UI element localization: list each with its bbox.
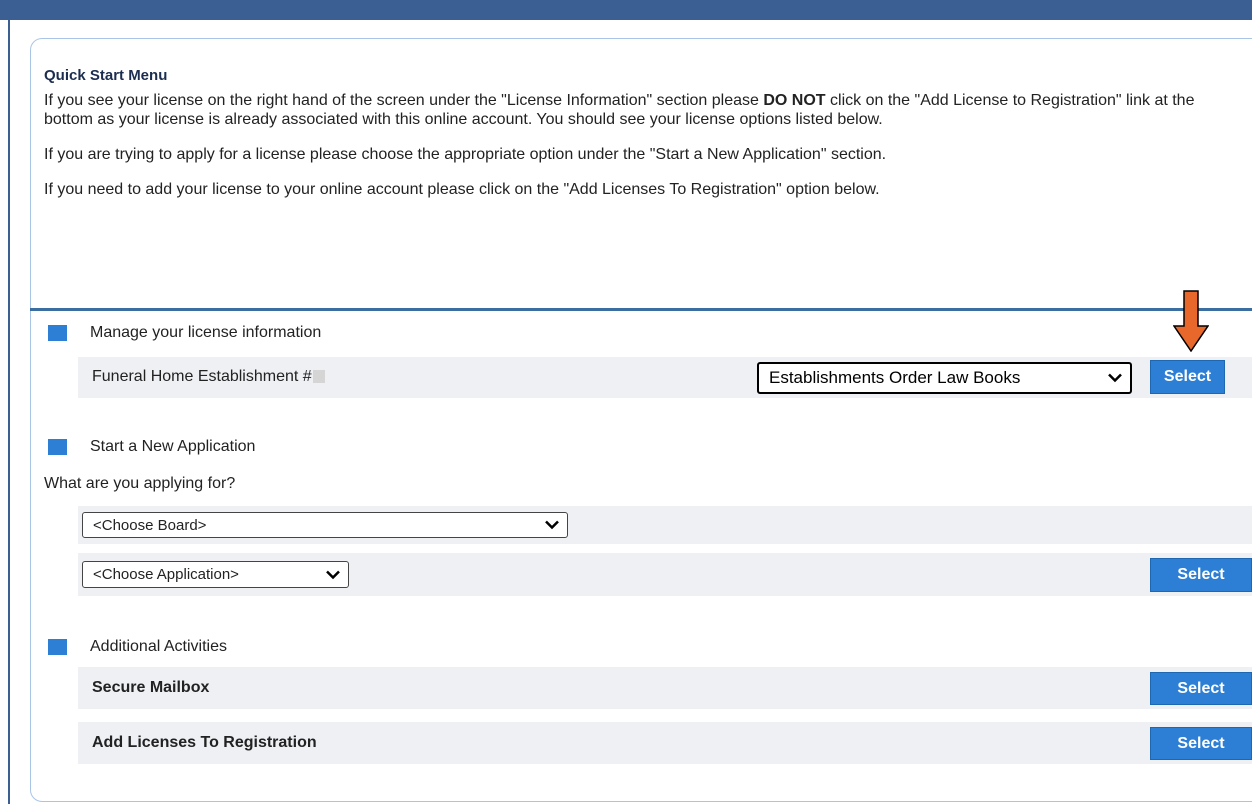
secure-mailbox-row: Secure Mailbox Select bbox=[78, 667, 1252, 709]
chevron-down-icon bbox=[326, 570, 340, 579]
manage-select-button[interactable]: Select bbox=[1150, 360, 1225, 394]
application-select-button[interactable]: Select bbox=[1150, 558, 1252, 592]
intro-paragraph-1: If you see your license on the right han… bbox=[44, 91, 1244, 129]
chevron-down-icon bbox=[1108, 373, 1122, 383]
down-arrow-icon bbox=[1173, 290, 1209, 352]
license-option-select[interactable]: Establishments Order Law Books bbox=[757, 362, 1132, 394]
license-row: Funeral Home Establishment # Establishme… bbox=[78, 357, 1252, 398]
new-application-heading: Start a New Application bbox=[48, 436, 255, 458]
additional-activities-heading: Additional Activities bbox=[48, 636, 227, 658]
section-divider bbox=[30, 308, 1252, 311]
top-header-bar bbox=[0, 0, 1252, 20]
intro-paragraph-2: If you are trying to apply for a license… bbox=[44, 146, 887, 163]
add-licenses-row: Add Licenses To Registration Select bbox=[78, 722, 1252, 764]
applying-question: What are you applying for? bbox=[44, 475, 236, 492]
redacted-license-number bbox=[312, 370, 325, 384]
license-label: Funeral Home Establishment # bbox=[92, 368, 325, 386]
board-row: <Choose Board> bbox=[78, 506, 1252, 544]
manage-heading-text: Manage your license information bbox=[90, 324, 322, 341]
chevron-down-icon bbox=[545, 520, 559, 530]
manage-section-heading: Manage your license information bbox=[48, 322, 321, 344]
license-option-value: Establishments Order Law Books bbox=[769, 368, 1021, 387]
quick-start-title: Quick Start Menu bbox=[44, 67, 168, 84]
application-select-value: <Choose Application> bbox=[93, 566, 239, 583]
application-select[interactable]: <Choose Application> bbox=[82, 561, 349, 588]
application-row: <Choose Application> Select bbox=[78, 553, 1252, 596]
add-licenses-label: Add Licenses To Registration bbox=[92, 734, 317, 751]
intro-text-1a: If you see your license on the right han… bbox=[44, 92, 764, 109]
section-square-icon bbox=[48, 639, 67, 655]
section-square-icon bbox=[48, 439, 67, 455]
section-square-icon bbox=[48, 325, 67, 341]
secure-mailbox-label: Secure Mailbox bbox=[92, 679, 210, 696]
do-not-emphasis: DO NOT bbox=[763, 92, 826, 109]
board-select[interactable]: <Choose Board> bbox=[82, 512, 568, 538]
new-application-heading-text: Start a New Application bbox=[90, 438, 256, 455]
additional-heading-text: Additional Activities bbox=[90, 638, 227, 655]
secure-mailbox-select-button[interactable]: Select bbox=[1150, 672, 1252, 705]
board-select-value: <Choose Board> bbox=[93, 516, 207, 534]
license-label-text: Funeral Home Establishment # bbox=[92, 368, 312, 385]
intro-section: Quick Start Menu If you see your license… bbox=[44, 66, 1244, 215]
intro-paragraph-3: If you need to add your license to your … bbox=[44, 181, 880, 198]
add-licenses-select-button[interactable]: Select bbox=[1150, 727, 1252, 760]
left-border-line bbox=[8, 20, 10, 804]
